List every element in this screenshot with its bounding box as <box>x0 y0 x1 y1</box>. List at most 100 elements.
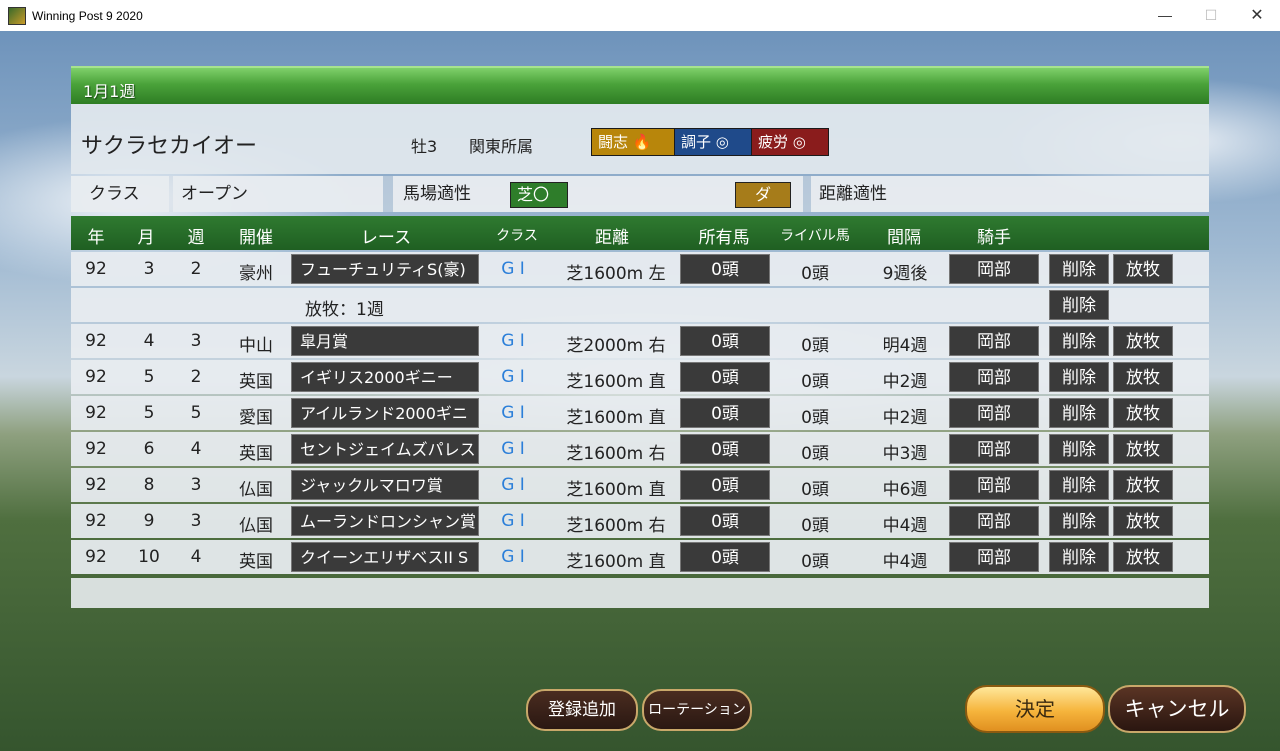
table-row: 92 9 3 仏国 ムーランドロンシャン賞 G I 芝1600m 右 0頭 0頭 中4週 岡部 削除放… <box>71 504 1209 538</box>
cell-rival-horses: 0頭 <box>801 336 829 356</box>
cell-race-name[interactable]: クイーンエリザベスII S <box>291 542 479 572</box>
cell-jockey[interactable]: 岡部 <box>949 362 1039 392</box>
fighting-spirit-badge: 闘志 🔥 <box>591 128 675 156</box>
cell-distance: 芝1600m 右 <box>566 444 666 464</box>
cell-race-name[interactable]: アイルランド2000ギニー <box>291 398 479 453</box>
delete-button[interactable]: 削除 <box>1049 326 1109 356</box>
cell-race-name[interactable]: 皐月賞 <box>291 326 479 356</box>
cell-jockey[interactable]: 岡部 <box>949 434 1039 464</box>
cell-interval: 中4週 <box>882 552 928 572</box>
cell-distance: 芝1600m 右 <box>566 516 666 536</box>
cell-grade: G I <box>501 259 525 279</box>
cell-month: 6 <box>143 439 155 459</box>
col-month: 月 <box>137 228 155 248</box>
cell-owned-horses[interactable]: 0頭 <box>680 506 770 536</box>
distance-aptitude-label: 距離適性 <box>811 176 1209 212</box>
cell-race-name[interactable]: フューチュリティS(豪) <box>291 254 479 284</box>
window-title: Winning Post 9 2020 <box>32 9 143 23</box>
cell-owned-horses[interactable]: 0頭 <box>680 434 770 464</box>
cell-jockey[interactable]: 岡部 <box>949 254 1039 284</box>
close-button[interactable]: ✕ <box>1234 0 1280 31</box>
cell-distance: 芝1600m 直 <box>566 372 666 392</box>
add-entry-button[interactable]: 登録追加 <box>526 689 638 731</box>
delete-button[interactable]: 削除 <box>1049 434 1109 464</box>
cell-owned-horses[interactable]: 0頭 <box>680 362 770 392</box>
cell-distance: 芝1600m 直 <box>566 480 666 500</box>
cancel-button[interactable]: キャンセル <box>1108 685 1246 733</box>
release-button[interactable]: 放牧 <box>1113 506 1173 536</box>
minimize-button[interactable]: — <box>1142 0 1188 31</box>
cell-month: 5 <box>143 403 155 423</box>
cell-venue: 豪州 <box>239 264 273 284</box>
col-owned: 所有馬 <box>698 228 750 248</box>
cell-owned-horses[interactable]: 0頭 <box>680 542 770 572</box>
table-row: 92 5 5 愛国アイルランド2000ギニー G I 芝1600m 直 0頭 0頭 中2週 岡部削… <box>71 396 1209 453</box>
release-button[interactable]: 放牧 <box>1113 542 1173 572</box>
cell-interval: 中2週 <box>882 408 928 428</box>
cell-jockey[interactable]: 岡部 <box>949 326 1039 356</box>
cell-interval: 中4週 <box>882 516 928 536</box>
cell-interval: 9週後 <box>882 264 928 284</box>
cell-distance: 芝2000m 右 <box>566 336 666 356</box>
cell-jockey[interactable]: 岡部 <box>949 506 1039 536</box>
table-row: 92 10 4 英国 クイーンエリザベスII S G I 芝1600m 直 0頭 0頭 中4週 岡部… <box>71 540 1209 574</box>
release-button[interactable]: 放牧 <box>1113 434 1173 464</box>
delete-button[interactable]: 削除 <box>1049 506 1109 536</box>
cell-venue: 中山 <box>239 336 273 356</box>
cell-race-name[interactable]: ムーランドロンシャン賞 <box>291 506 479 536</box>
cell-month: 10 <box>138 547 160 567</box>
rotation-button[interactable]: ローテーション <box>642 689 752 731</box>
delete-button[interactable]: 削除 <box>1049 398 1109 428</box>
cell-owned-horses[interactable]: 0頭 <box>680 254 770 284</box>
cell-race-name[interactable]: イギリス2000ギニー <box>291 362 479 392</box>
dirt-aptitude: ダ <box>735 182 791 208</box>
col-week: 週 <box>187 228 205 248</box>
cell-venue: 英国 <box>239 552 273 572</box>
cell-distance: 芝1600m 左 <box>566 264 666 284</box>
week-header: 1月1週 <box>71 66 1209 104</box>
cell-week: 3 <box>190 331 202 351</box>
cell-month: 9 <box>143 511 155 531</box>
release-button[interactable]: 放牧 <box>1113 362 1173 392</box>
cell-jockey[interactable]: 岡部 <box>949 470 1039 500</box>
cell-venue: 仏国 <box>239 516 273 536</box>
cell-year: 92 <box>85 331 107 351</box>
col-race: レース <box>360 228 412 248</box>
cell-jockey[interactable]: 岡部 <box>949 542 1039 572</box>
cell-race-name[interactable]: ジャックルマロワ賞 <box>291 470 479 500</box>
release-button[interactable]: 放牧 <box>1113 326 1173 356</box>
cell-owned-horses[interactable]: 0頭 <box>680 398 770 428</box>
cell-owned-horses[interactable]: 0頭 <box>680 470 770 500</box>
maximize-button[interactable]: ☐ <box>1188 0 1234 31</box>
horse-name: サクラセカイオー <box>81 134 258 159</box>
release-button[interactable]: 放牧 <box>1113 398 1173 428</box>
cell-owned-horses[interactable]: 0頭 <box>680 326 770 356</box>
release-button[interactable]: 放牧 <box>1113 470 1173 500</box>
condition-badge: 調子 ◎ <box>674 128 752 156</box>
cell-grade: G I <box>501 511 525 531</box>
delete-button[interactable]: 削除 <box>1049 470 1109 500</box>
delete-button[interactable]: 削除 <box>1049 542 1109 572</box>
cell-year: 92 <box>85 439 107 459</box>
col-year: 年 <box>87 228 105 248</box>
delete-button[interactable]: 削除 <box>1049 254 1109 284</box>
cell-rival-horses: 0頭 <box>801 444 829 464</box>
class-label: クラス <box>71 176 169 212</box>
delete-button[interactable]: 削除 <box>1049 362 1109 392</box>
cell-race-name[interactable]: セントジェイムズパレスS <box>291 434 479 489</box>
cell-jockey[interactable]: 岡部 <box>949 398 1039 428</box>
cell-year: 92 <box>85 367 107 387</box>
surface-aptitude-label: 馬場適性 <box>393 176 503 212</box>
confirm-button[interactable]: 決定 <box>965 685 1105 733</box>
table-row: 92 5 2 英国 イギリス2000ギニー G I 芝1600m 直 0頭 0頭 中2週 岡部 削除放… <box>71 360 1209 394</box>
cell-year: 92 <box>85 259 107 279</box>
cell-month: 5 <box>143 367 155 387</box>
rest-delete-button[interactable]: 削除 <box>1049 290 1109 320</box>
cell-rival-horses: 0頭 <box>801 372 829 392</box>
cell-week: 2 <box>190 367 202 387</box>
release-button[interactable]: 放牧 <box>1113 254 1173 284</box>
cell-interval: 中6週 <box>882 480 928 500</box>
cell-week: 3 <box>190 475 202 495</box>
cell-distance: 芝1600m 直 <box>566 552 666 572</box>
cell-grade: G I <box>501 331 525 351</box>
